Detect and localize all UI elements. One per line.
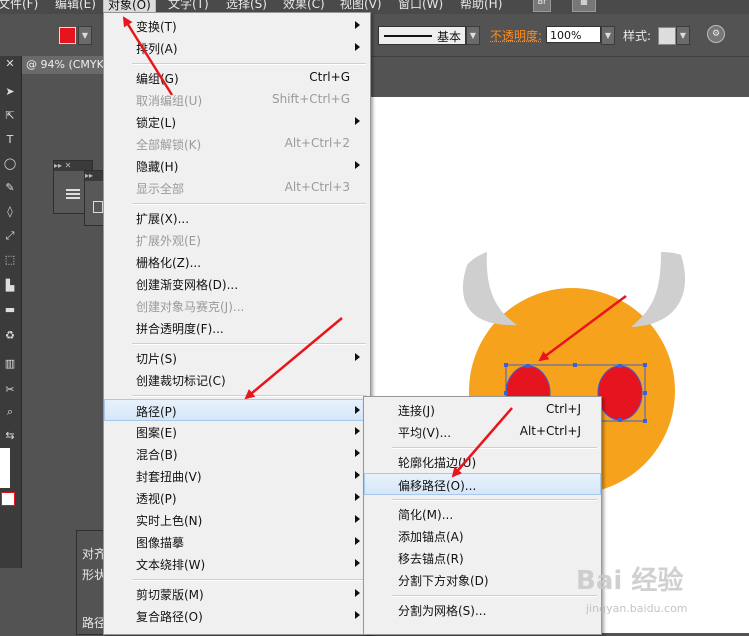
arrow-to-offset-path xyxy=(451,407,513,478)
arrow-to-left-eye xyxy=(538,294,627,362)
watermark-url: jingyan.baidu.com xyxy=(586,602,688,615)
arrow-to-path-item xyxy=(244,317,343,400)
arrow-to-object-menu xyxy=(122,16,174,96)
watermark-logo-text: Bai 经验 xyxy=(576,566,684,596)
baidu-jingyan-watermark: Bai 经验 jingyan.baidu.com xyxy=(576,560,736,630)
annotation-arrows xyxy=(122,16,627,478)
